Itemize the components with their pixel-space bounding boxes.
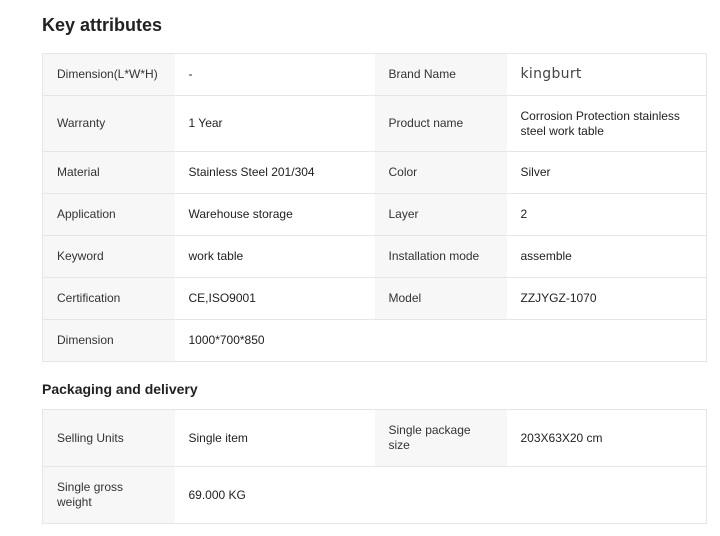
brand-name-value: kingburt — [520, 66, 582, 82]
attr-key: Application — [42, 193, 175, 236]
attr-key: Product name — [374, 95, 507, 152]
attr-value: 203X63X20 cm — [506, 409, 707, 467]
attr-value: work table — [174, 235, 375, 278]
attr-key: Dimension — [42, 319, 175, 362]
attr-key: Material — [42, 151, 175, 194]
attr-key: Dimension(L*W*H) — [42, 53, 175, 96]
attr-key: Model — [374, 277, 507, 320]
attr-value: Single item — [174, 409, 375, 467]
attr-key: Warranty — [42, 95, 175, 152]
attr-value: Stainless Steel 201/304 — [174, 151, 375, 194]
attr-value: ZZJYGZ-1070 — [506, 277, 707, 320]
table-row: Dimension 1000*700*850 — [42, 319, 707, 362]
attr-key: Certification — [42, 277, 175, 320]
product-attributes-page: Key attributes Dimension(L*W*H) - Brand … — [0, 0, 720, 536]
attr-value-empty — [506, 466, 707, 524]
attr-value: assemble — [506, 235, 707, 278]
attr-key: Single package size — [374, 409, 507, 467]
attr-key: Selling Units — [42, 409, 175, 467]
attr-key: Installation mode — [374, 235, 507, 278]
attr-value: Warehouse storage — [174, 193, 375, 236]
key-attributes-title: Key attributes — [42, 15, 163, 35]
attr-key: Keyword — [42, 235, 175, 278]
attr-value: 1 Year — [174, 95, 375, 152]
table-row: Single gross weight 69.000 KG — [42, 466, 707, 524]
table-row: Application Warehouse storage Layer 2 — [42, 193, 707, 236]
attr-key: Layer — [374, 193, 507, 236]
attr-value: - — [174, 53, 375, 96]
attr-value: 1000*700*850 — [174, 319, 375, 362]
key-attributes-table: Dimension(L*W*H) - Brand Name kingburt W… — [42, 53, 707, 362]
attr-key: Brand Name — [374, 53, 507, 96]
attr-value: 2 — [506, 193, 707, 236]
table-row: Material Stainless Steel 201/304 Color S… — [42, 151, 707, 194]
table-row: Keyword work table Installation mode ass… — [42, 235, 707, 278]
packaging-table: Selling Units Single item Single package… — [42, 409, 707, 524]
table-row: Selling Units Single item Single package… — [42, 409, 707, 467]
attr-value: CE,ISO9001 — [174, 277, 375, 320]
attr-key-empty — [374, 466, 507, 524]
attr-value: Silver — [506, 151, 707, 194]
attr-key: Single gross weight — [42, 466, 175, 524]
attr-key-empty — [374, 319, 507, 362]
attr-value: 69.000 KG — [174, 466, 375, 524]
attr-value-empty — [506, 319, 707, 362]
packaging-delivery-title: Packaging and delivery — [42, 381, 198, 397]
attr-key: Color — [374, 151, 507, 194]
table-row: Warranty 1 Year Product name Corrosion P… — [42, 95, 707, 152]
attr-value: Corrosion Protection stainless steel wor… — [506, 95, 707, 152]
table-row: Dimension(L*W*H) - Brand Name kingburt — [42, 53, 707, 96]
table-row: Certification CE,ISO9001 Model ZZJYGZ-10… — [42, 277, 707, 320]
